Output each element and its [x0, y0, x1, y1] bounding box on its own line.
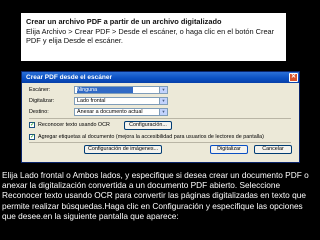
- slide-subtitle: Elija Archivo > Crear PDF > Desde el esc…: [26, 27, 275, 45]
- slide-title: Crear un archivo PDF a partir de un arch…: [26, 17, 222, 26]
- sides-value: Lado frontal: [77, 98, 106, 104]
- divider: [29, 142, 291, 143]
- cancel-button[interactable]: Cancelar: [254, 145, 292, 154]
- chevron-down-icon[interactable]: ▼: [159, 87, 167, 93]
- description-text: Elija Lado frontal o Ambos lados, y espe…: [2, 170, 309, 221]
- digitize-button[interactable]: Digitalizar: [210, 145, 248, 154]
- dest-value: Anexar a documento actual: [77, 109, 143, 115]
- dest-label: Destino:: [29, 109, 49, 115]
- ocr-checkbox-label: Reconocer texto usando OCR: [38, 122, 110, 128]
- scanner-value: Ninguna: [77, 87, 134, 93]
- divider: [29, 118, 291, 119]
- tags-checkbox[interactable]: [29, 133, 35, 140]
- ocr-settings-button[interactable]: Configuración...: [124, 121, 172, 130]
- scanner-select[interactable]: Ninguna ▼: [74, 86, 168, 94]
- tags-checkbox-label: Agregar etiquetas al documento (mejora l…: [38, 134, 264, 140]
- dest-select[interactable]: Anexar a documento actual ▼: [74, 108, 168, 116]
- sides-label: Digitalizar:: [29, 98, 55, 104]
- sides-select[interactable]: Lado frontal ▼: [74, 97, 168, 105]
- dialog-titlebar: Crear PDF desde el escáner ✕: [22, 72, 299, 83]
- image-settings-button[interactable]: Configuración de imágenes...: [84, 145, 162, 154]
- scanner-label: Escáner:: [29, 87, 51, 93]
- slide-header: Crear un archivo PDF a partir de un arch…: [21, 13, 286, 61]
- close-icon[interactable]: ✕: [289, 73, 298, 82]
- ocr-checkbox[interactable]: [29, 121, 35, 128]
- chevron-down-icon[interactable]: ▼: [159, 98, 167, 104]
- scanner-dialog: Crear PDF desde el escáner ✕ Escáner: Ni…: [21, 71, 300, 163]
- chevron-down-icon[interactable]: ▼: [159, 109, 167, 115]
- dialog-title: Crear PDF desde el escáner: [26, 74, 112, 81]
